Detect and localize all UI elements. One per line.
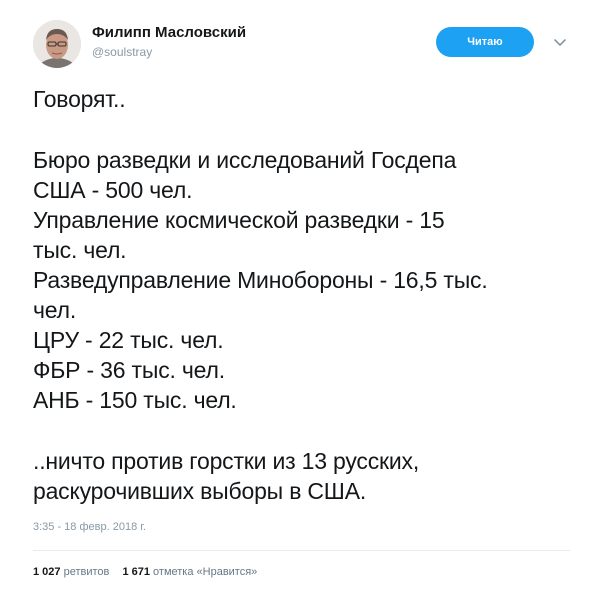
tweet-line: Разведуправление Минобороны - 16,5 тыс. xyxy=(33,267,488,293)
tweet-line: тыс. чел. xyxy=(33,237,127,263)
avatar[interactable] xyxy=(33,20,81,68)
divider xyxy=(33,550,570,551)
avatar-image xyxy=(33,20,81,68)
caret-down-icon[interactable] xyxy=(550,32,570,52)
retweets-stat[interactable]: 1 027 ретвитов xyxy=(33,566,109,578)
tweet-timestamp[interactable]: 3:35 - 18 февр. 2018 г. xyxy=(33,521,146,533)
tweet-text: Говорят.. Бюро разведки и исследований Г… xyxy=(33,84,578,506)
tweet-line: США - 500 чел. xyxy=(33,177,193,203)
likes-count: 1 671 xyxy=(122,566,150,578)
retweets-count: 1 027 xyxy=(33,566,61,578)
tweet-line: Бюро разведки и исследований Госдепа xyxy=(33,147,457,173)
tweet: Филипп Масловский @soulstray Читаю Говор… xyxy=(0,0,600,591)
tweet-line: чел. xyxy=(33,297,77,323)
follow-button[interactable]: Читаю xyxy=(436,27,534,57)
tweet-line: АНБ - 150 тыс. чел. xyxy=(33,387,237,413)
likes-label: отметка «Нравится» xyxy=(153,566,258,578)
tweet-line: раскурочивших выборы в США. xyxy=(33,478,367,504)
tweet-line: Говорят.. xyxy=(33,86,126,112)
tweet-line: ФБР - 36 тыс. чел. xyxy=(33,357,225,383)
tweet-line: Управление космической разведки - 15 xyxy=(33,207,445,233)
tweet-line: ..ничто против горстки из 13 русских, xyxy=(33,448,420,474)
tweet-stats: 1 027 ретвитов 1 671 отметка «Нравится» xyxy=(33,566,267,578)
likes-stat[interactable]: 1 671 отметка «Нравится» xyxy=(122,566,257,578)
retweets-label: ретвитов xyxy=(63,566,110,578)
tweet-line: ЦРУ - 22 тыс. чел. xyxy=(33,327,224,353)
author-name[interactable]: Филипп Масловский xyxy=(92,24,246,41)
author-handle[interactable]: @soulstray xyxy=(92,45,152,59)
